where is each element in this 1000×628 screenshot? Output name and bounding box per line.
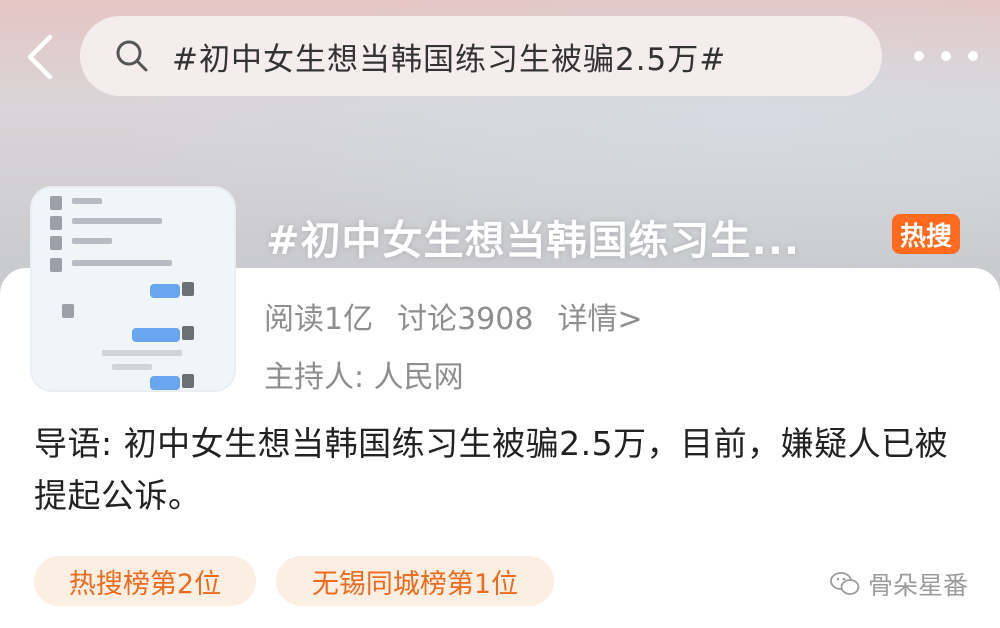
wechat-icon <box>830 572 860 595</box>
more-dots-icon <box>914 51 925 61</box>
topic-intro: 导语: 初中女生想当韩国练习生被骗2.5万，目前，嫌疑人已被提起公诉。 <box>34 424 949 515</box>
back-button[interactable] <box>14 22 64 92</box>
watermark: 骨朵星番 <box>830 566 968 602</box>
more-options-button[interactable] <box>906 36 986 76</box>
search-bar[interactable]: #初中女生想当韩国练习生被骗2.5万# <box>80 16 882 96</box>
tag-local-rank[interactable]: 无锡同城榜第1位 <box>276 556 554 606</box>
watermark-text: 骨朵星番 <box>868 571 969 600</box>
detail-link[interactable]: 详情> <box>557 294 642 338</box>
read-count: 阅读1亿 <box>264 302 374 337</box>
search-icon <box>116 40 148 72</box>
topic-stats: 阅读1亿 讨论3908 详情> <box>264 294 643 338</box>
topic-host: 主持人: 人民网 <box>264 360 464 395</box>
hot-badge: 热搜 <box>892 214 960 254</box>
topic-title[interactable]: #初中女生想当韩国练习生... <box>266 208 866 266</box>
chevron-left-icon <box>27 34 53 80</box>
topic-thumbnail[interactable] <box>30 186 236 392</box>
search-query-text: #初中女生想当韩国练习生被骗2.5万# <box>172 41 727 78</box>
discussion-count: 讨论3908 <box>397 302 534 337</box>
tag-hot-rank[interactable]: 热搜榜第2位 <box>34 556 256 606</box>
